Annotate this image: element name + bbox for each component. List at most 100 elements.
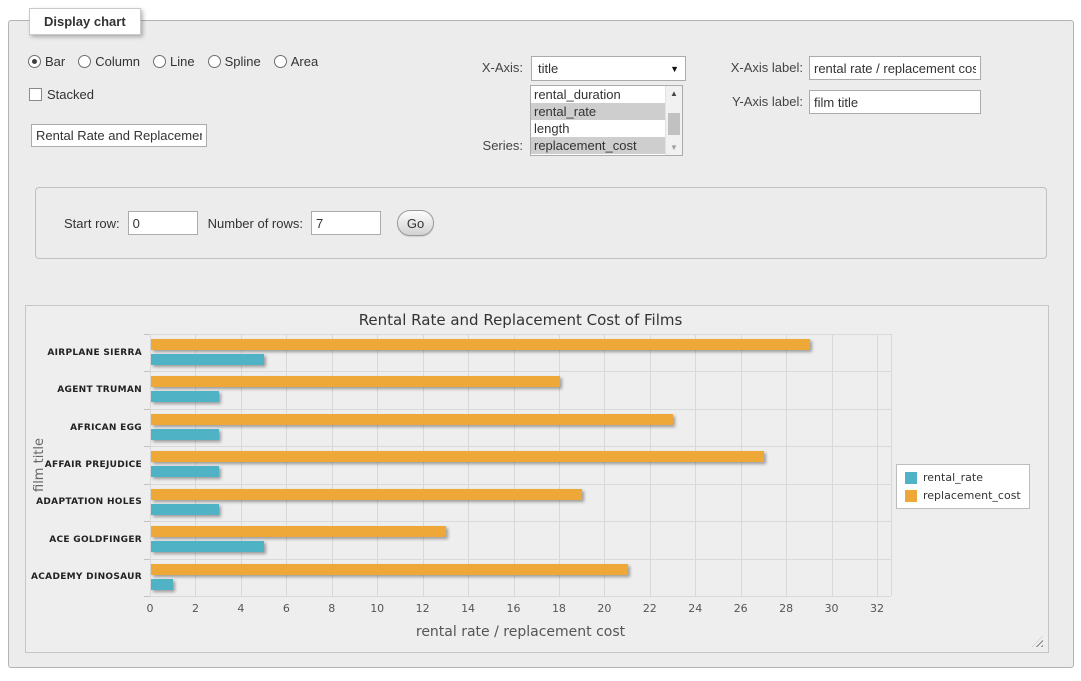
start-row-input[interactable]	[128, 211, 198, 235]
bar-rental-rate-adaptation-holes	[151, 504, 219, 515]
x-tick-label: 18	[539, 602, 579, 615]
x-tick-label: 14	[448, 602, 488, 615]
legend-item-rental-rate[interactable]: rental_rate	[905, 471, 1021, 484]
gridline-y	[150, 371, 891, 372]
bar-replacement-cost-african-egg	[151, 414, 673, 425]
legend-label: rental_rate	[923, 471, 983, 484]
bar-replacement-cost-ace-goldfinger	[151, 526, 446, 537]
x-axis-title: rental rate / replacement cost	[150, 624, 891, 640]
x-tick-label: 12	[403, 602, 443, 615]
gridline-x	[241, 334, 242, 596]
y-tick-mark	[144, 409, 150, 410]
radio-icon	[78, 55, 91, 68]
radio-icon	[28, 55, 41, 68]
gridline-x	[514, 334, 515, 596]
radio-icon	[208, 55, 221, 68]
x-axis-selected-value: title	[538, 61, 558, 76]
gridline-x	[559, 334, 560, 596]
y-tick-mark	[144, 521, 150, 522]
chart-type-radio-column[interactable]: Column	[78, 54, 140, 69]
gridline-y	[150, 409, 891, 410]
category-label-airplane-sierra: AIRPLANE SIERRA	[40, 334, 142, 371]
chart-type-radio-group: Bar Column Line Spline Area	[28, 54, 318, 69]
gridline-y	[150, 596, 891, 597]
display-chart-fieldset: Display chart BarColumnLineSplineArea St…	[8, 20, 1074, 668]
start-row-label: Start row:	[64, 216, 120, 231]
chart-type-radio-line[interactable]: Line	[153, 54, 195, 69]
radio-label: Area	[291, 54, 318, 69]
gridline-x	[332, 334, 333, 596]
chart-type-radio-spline[interactable]: Spline	[208, 54, 261, 69]
gridline-x	[877, 334, 878, 596]
chart-type-radio-area[interactable]: Area	[274, 54, 318, 69]
y-tick-mark	[144, 484, 150, 485]
radio-label: Line	[170, 54, 195, 69]
gridline-x	[650, 334, 651, 596]
bar-rental-rate-agent-truman	[151, 391, 219, 402]
chart-type-radio-bar[interactable]: Bar	[28, 54, 65, 69]
series-option-length[interactable]: length	[531, 120, 665, 137]
chart-panel: Rental Rate and Replacement Cost of Film…	[25, 305, 1049, 653]
chart-title-input[interactable]	[31, 124, 207, 147]
gridline-y	[150, 521, 891, 522]
category-label-agent-truman: AGENT TRUMAN	[40, 371, 142, 408]
x-tick-label: 20	[584, 602, 624, 615]
x-axis-label-input[interactable]	[809, 56, 981, 80]
scroll-down-icon[interactable]: ▼	[666, 140, 682, 155]
gridline-x	[832, 334, 833, 596]
radio-icon	[274, 55, 287, 68]
num-rows-label: Number of rows:	[208, 216, 303, 231]
radio-label: Bar	[45, 54, 65, 69]
category-label-african-egg: AFRICAN EGG	[40, 409, 142, 446]
series-option-rental-duration[interactable]: rental_duration	[531, 86, 665, 103]
gridline-x	[286, 334, 287, 596]
chevron-down-icon: ▼	[670, 64, 679, 74]
y-axis-label-input[interactable]	[809, 90, 981, 114]
series-option-replacement-cost[interactable]: replacement_cost	[531, 137, 665, 154]
stacked-checkbox[interactable]	[29, 88, 42, 101]
listbox-scrollbar[interactable]: ▲ ▼	[665, 86, 682, 155]
bar-replacement-cost-adaptation-holes	[151, 489, 582, 500]
x-axis-label-label: X-Axis label:	[699, 60, 803, 75]
go-button[interactable]: Go	[397, 210, 434, 236]
bar-replacement-cost-affair-prejudice	[151, 451, 764, 462]
gridline-y	[150, 446, 891, 447]
x-tick-label: 24	[675, 602, 715, 615]
legend-label: replacement_cost	[923, 489, 1021, 502]
series-option-rental-rate[interactable]: rental_rate	[531, 103, 665, 120]
x-tick-label: 8	[312, 602, 352, 615]
chart-title: Rental Rate and Replacement Cost of Film…	[150, 311, 891, 329]
bar-replacement-cost-airplane-sierra	[151, 339, 810, 350]
gridline-x	[604, 334, 605, 596]
legend-swatch-rental-rate	[905, 472, 917, 484]
bar-replacement-cost-academy-dinosaur	[151, 564, 628, 575]
radio-icon	[153, 55, 166, 68]
series-listbox[interactable]: rental_durationrental_ratelengthreplacem…	[530, 85, 683, 156]
legend-item-replacement-cost[interactable]: replacement_cost	[905, 489, 1021, 502]
bar-rental-rate-airplane-sierra	[151, 354, 264, 365]
y-tick-mark	[144, 371, 150, 372]
bar-rental-rate-ace-goldfinger	[151, 541, 264, 552]
series-label: Series:	[439, 138, 523, 153]
y-tick-mark	[144, 446, 150, 447]
stacked-label: Stacked	[47, 87, 94, 102]
x-tick-label: 16	[494, 602, 534, 615]
x-axis-select[interactable]: title ▼	[531, 56, 686, 81]
scrollbar-thumb[interactable]	[668, 113, 680, 135]
radio-label: Column	[95, 54, 140, 69]
y-tick-mark	[144, 596, 150, 597]
category-label-academy-dinosaur: ACADEMY DINOSAUR	[40, 559, 142, 596]
chart-resize-handle[interactable]	[1032, 636, 1043, 647]
chart-legend: rental_rate replacement_cost	[896, 464, 1030, 509]
stacked-checkbox-row[interactable]: Stacked	[29, 87, 94, 102]
x-tick-label: 4	[221, 602, 261, 615]
scroll-up-icon[interactable]: ▲	[666, 86, 682, 101]
gridline-x	[741, 334, 742, 596]
gridline-x	[468, 334, 469, 596]
legend-swatch-replacement-cost	[905, 490, 917, 502]
x-tick-label: 10	[357, 602, 397, 615]
bar-rental-rate-affair-prejudice	[151, 466, 219, 477]
gridline-x	[786, 334, 787, 596]
num-rows-input[interactable]	[311, 211, 381, 235]
plot-right-border	[891, 334, 892, 596]
